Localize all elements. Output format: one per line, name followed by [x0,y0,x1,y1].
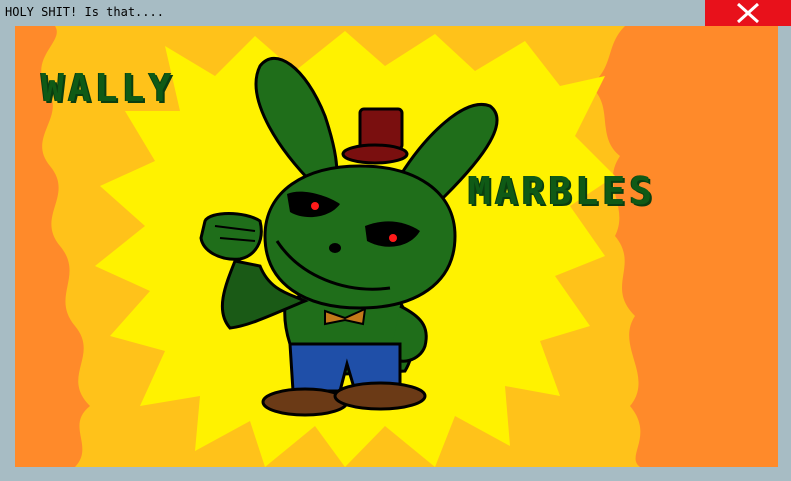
right-pupil [389,234,397,242]
close-icon [736,3,760,23]
hat-top [358,107,404,151]
right-shoe [333,381,427,411]
game-scene: WALLY MARBLES [15,26,778,467]
fist [199,212,263,261]
hat-brim [341,143,409,165]
character-last-name: MARBLES [468,169,657,213]
head [263,164,457,310]
left-pupil [311,202,319,210]
window-titlebar: HOLY SHIT! Is that.... [0,0,791,26]
window-title: HOLY SHIT! Is that.... [5,5,164,19]
nose [329,243,341,253]
close-button[interactable] [705,0,791,26]
character-first-name: WALLY [41,66,176,110]
